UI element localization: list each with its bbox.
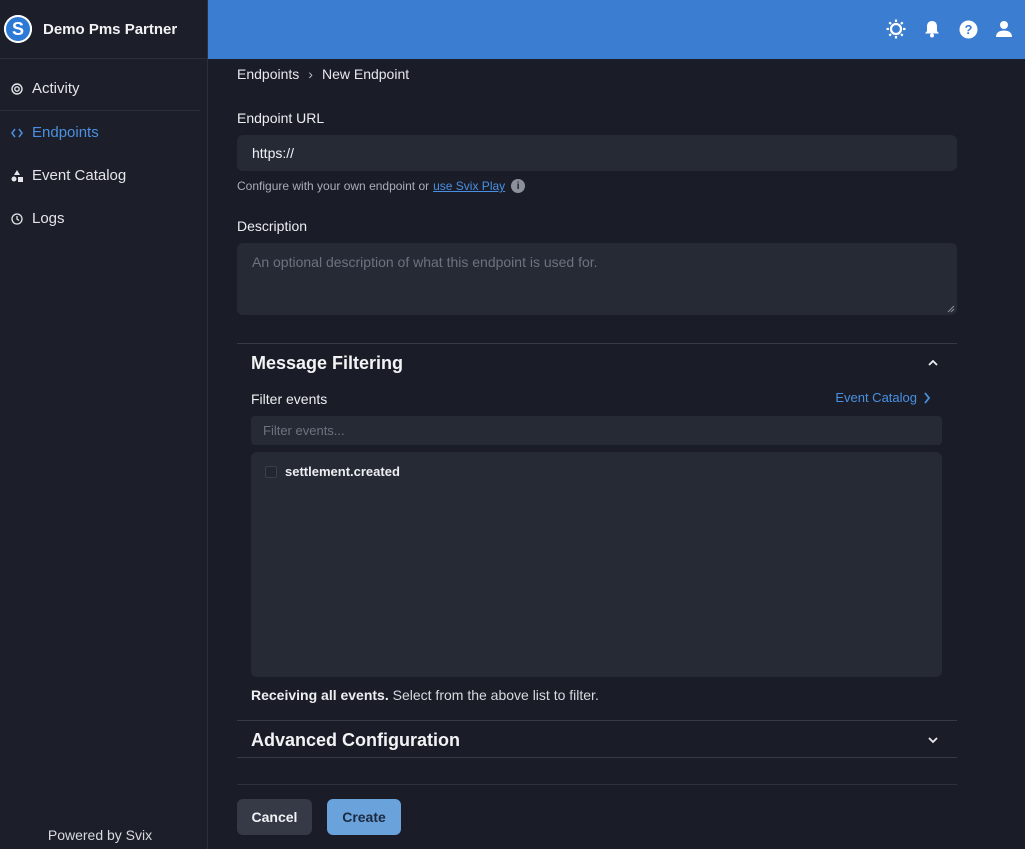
helper-text: Configure with your own endpoint or: [237, 179, 430, 193]
sidebar-item-logs[interactable]: Logs: [0, 197, 200, 240]
sidebar-item-endpoints[interactable]: Endpoints: [0, 111, 200, 154]
svix-logo-icon: S: [4, 15, 32, 43]
topbar: ?: [208, 0, 1025, 59]
breadcrumb-separator: ›: [308, 66, 313, 82]
actions-divider: [237, 784, 957, 785]
advanced-configuration-title[interactable]: Advanced Configuration: [251, 730, 460, 751]
filter-events-input[interactable]: Filter events...: [251, 416, 942, 445]
info-icon[interactable]: i: [511, 179, 526, 193]
filter-events-placeholder: Filter events...: [263, 423, 345, 438]
description-textarea[interactable]: An optional description of what this end…: [237, 243, 957, 315]
code-icon: [10, 126, 24, 140]
receiving-status-bold: Receiving all events.: [251, 687, 389, 703]
section-divider: [237, 720, 957, 721]
chevron-right-icon: [924, 391, 931, 404]
endpoint-url-input[interactable]: https://: [237, 135, 957, 171]
powered-by[interactable]: Powered by Svix: [0, 827, 200, 843]
sidebar-nav: Activity Endpoints Event Catalog Logs: [0, 59, 207, 240]
brand-header[interactable]: S Demo Pms Partner: [0, 0, 207, 59]
description-placeholder: An optional description of what this end…: [252, 254, 598, 270]
chevron-up-icon[interactable]: [927, 355, 939, 373]
chevron-down-icon[interactable]: [927, 732, 939, 750]
message-filtering-title[interactable]: Message Filtering: [251, 353, 403, 374]
create-button[interactable]: Create: [327, 799, 401, 835]
sidebar-item-label: Event Catalog: [32, 167, 127, 184]
section-divider: [237, 343, 957, 344]
activity-icon: [10, 82, 24, 96]
event-catalog-link[interactable]: Event Catalog: [835, 390, 931, 405]
sidebar-item-label: Activity: [32, 80, 80, 97]
user-icon[interactable]: [994, 19, 1014, 39]
breadcrumb-current: New Endpoint: [321, 66, 410, 82]
section-divider: [237, 757, 957, 758]
bell-icon[interactable]: [922, 19, 942, 39]
main-content: Endpoints › New Endpoint Endpoint URL ht…: [237, 59, 957, 835]
breadcrumb: Endpoints › New Endpoint: [237, 66, 957, 82]
event-name: settlement.created: [285, 464, 400, 479]
endpoint-url-label: Endpoint URL: [237, 110, 325, 126]
topbar-icons: ?: [886, 19, 1014, 39]
filter-events-label: Filter events: [251, 391, 328, 407]
shapes-icon: [10, 169, 24, 183]
sidebar-item-event-catalog[interactable]: Event Catalog: [0, 154, 200, 197]
description-label: Description: [237, 218, 308, 234]
event-checkbox[interactable]: [265, 465, 277, 478]
brand-name: Demo Pms Partner: [43, 20, 178, 38]
event-list: settlement.created: [251, 452, 942, 677]
breadcrumb-endpoints-link[interactable]: Endpoints: [237, 66, 299, 82]
cancel-button[interactable]: Cancel: [237, 799, 312, 835]
sidebar-item-activity[interactable]: Activity: [0, 67, 200, 110]
resize-handle-icon[interactable]: [947, 305, 955, 313]
endpoint-url-value: https://: [252, 145, 295, 161]
sidebar-item-label: Endpoints: [32, 124, 99, 141]
receiving-status: Receiving all events. Select from the ab…: [251, 687, 599, 703]
sidebar: S Demo Pms Partner Activity Endpoints Ev…: [0, 0, 208, 849]
svg-text:S: S: [12, 19, 24, 39]
list-item[interactable]: settlement.created: [265, 464, 928, 479]
svg-text:?: ?: [964, 22, 972, 37]
theme-toggle-icon[interactable]: [886, 19, 906, 39]
history-icon: [10, 212, 24, 226]
svix-play-link[interactable]: use Svix Play: [433, 179, 505, 193]
help-icon[interactable]: ?: [958, 19, 978, 39]
receiving-status-rest: Select from the above list to filter.: [392, 687, 599, 703]
endpoint-url-helper: Configure with your own endpoint or use …: [237, 179, 526, 193]
event-catalog-link-label: Event Catalog: [835, 390, 917, 405]
sidebar-item-label: Logs: [32, 210, 65, 227]
